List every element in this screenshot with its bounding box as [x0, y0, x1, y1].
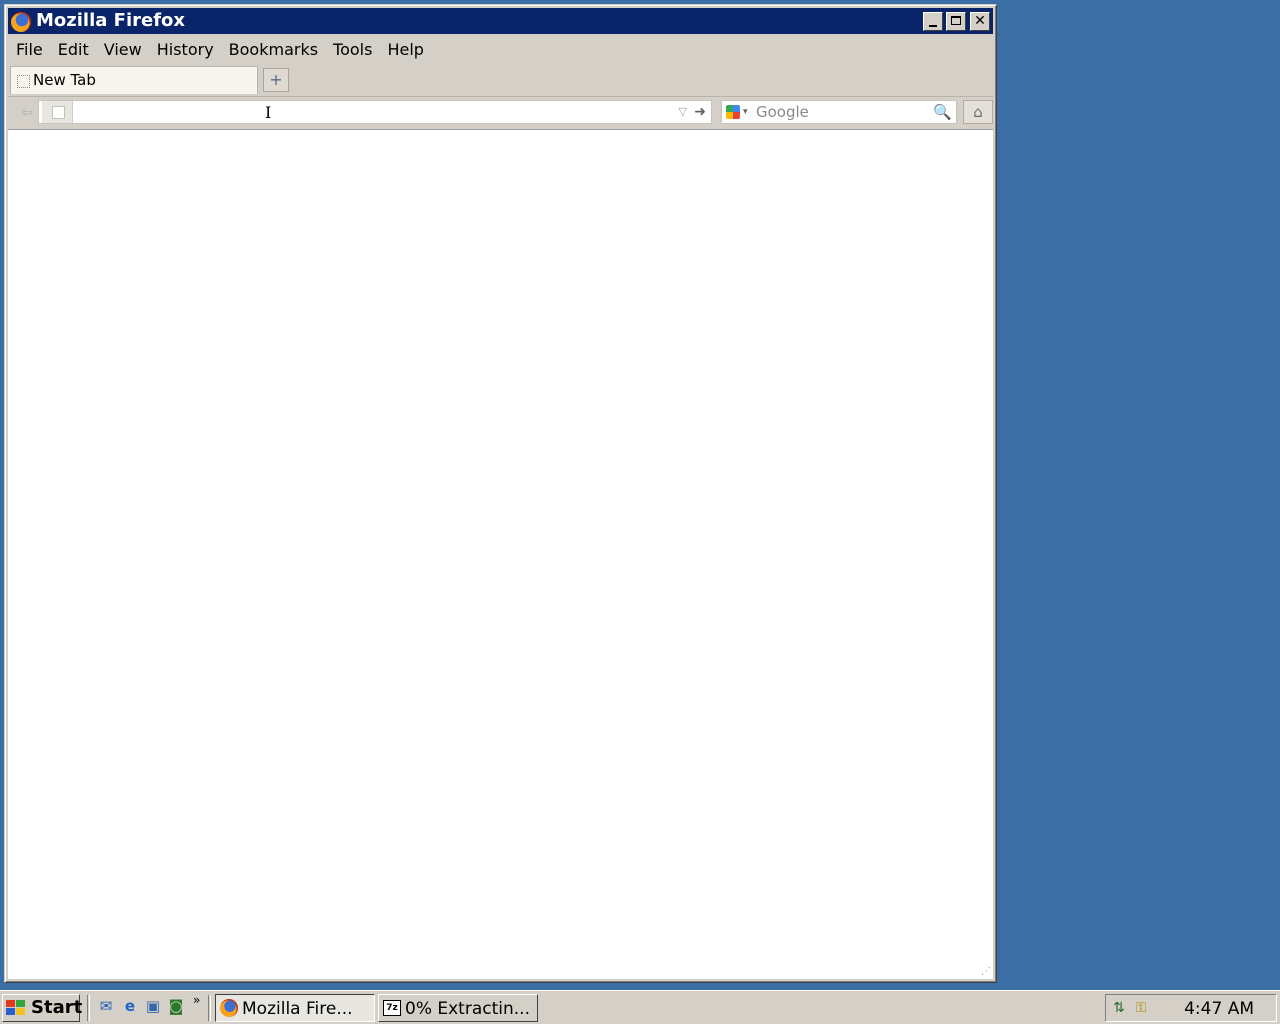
engine-dropdown-icon[interactable]: ▾ [743, 104, 748, 120]
firefox-icon [11, 12, 31, 32]
search-icon[interactable]: 🔍 [933, 102, 952, 122]
maximize-button[interactable] [946, 12, 966, 31]
menu-tools[interactable]: Tools [325, 38, 379, 60]
page-content-area[interactable]: ⋰ [8, 129, 993, 979]
close-button[interactable]: ✕ [970, 12, 990, 31]
system-tray: ⇅ ⚿ 4:47 AM [1105, 994, 1277, 1022]
menu-bar: File Edit View History Bookmarks Tools Help [8, 38, 993, 60]
navigation-toolbar: ⇦ I ▽ ➜ ▾ 🔍 ⌂ [8, 96, 993, 129]
home-button[interactable]: ⌂ [963, 100, 993, 124]
title-bar[interactable]: Mozilla Firefox ✕ [8, 8, 993, 34]
tab-strip: New Tab + [8, 65, 993, 95]
start-label: Start [31, 997, 83, 1018]
blank-page-icon [17, 75, 30, 88]
search-bar[interactable]: ▾ 🔍 [721, 100, 957, 124]
firefox-window: Mozilla Firefox ✕ File Edit View History Boo… [4, 4, 997, 983]
tab-label: New Tab [33, 71, 96, 89]
quick-launch-more-icon[interactable]: » [193, 993, 200, 1007]
minimize-icon [929, 25, 937, 27]
media-icon[interactable]: ◙ [167, 997, 185, 1015]
windows-logo-icon [6, 1000, 26, 1016]
maximize-icon [951, 16, 961, 25]
task-label: 0% Extractin... [405, 999, 530, 1019]
security-icon[interactable]: ⚿ [1132, 999, 1150, 1017]
task-7zip-extract[interactable]: 7z 0% Extractin... [378, 994, 538, 1022]
url-input[interactable] [75, 103, 635, 121]
site-identity-icon[interactable] [42, 101, 73, 123]
task-firefox[interactable]: Mozilla Fire... [215, 994, 375, 1022]
menu-history[interactable]: History [149, 38, 221, 60]
firefox-icon [220, 999, 238, 1017]
minimize-button[interactable] [923, 12, 943, 31]
window-title: Mozilla Firefox [36, 10, 186, 31]
task-label: Mozilla Fire... [242, 999, 353, 1019]
new-tab-button[interactable]: + [263, 68, 289, 92]
clock[interactable]: 4:47 AM [1184, 999, 1254, 1019]
taskbar-separator [87, 995, 90, 1021]
menu-bookmarks[interactable]: Bookmarks [221, 38, 325, 60]
url-bar[interactable]: I ▽ ➜ [38, 100, 712, 124]
outlook-icon[interactable]: ✉ [97, 997, 115, 1015]
taskbar-separator [208, 995, 211, 1021]
text-cursor-icon: I [265, 103, 272, 122]
7zip-icon: 7z [383, 1000, 401, 1016]
menu-edit[interactable]: Edit [50, 38, 96, 60]
network-icon[interactable]: ⇅ [1110, 999, 1128, 1017]
resize-grip-icon[interactable]: ⋰ [981, 967, 991, 977]
desktop-icon[interactable]: ▣ [144, 997, 162, 1015]
tab-new-tab[interactable]: New Tab [10, 66, 258, 94]
start-button[interactable]: Start [2, 994, 83, 1022]
taskbar: Start ✉ e ▣ ◙ » Mozilla Fire... 7z 0% Ex… [0, 990, 1280, 1024]
go-arrow-icon[interactable]: ➜ [694, 102, 706, 122]
menu-file[interactable]: File [8, 38, 50, 60]
internet-explorer-icon[interactable]: e [121, 997, 139, 1015]
google-icon[interactable] [726, 105, 740, 119]
url-history-dropdown-icon[interactable]: ▽ [679, 103, 687, 121]
search-input[interactable] [756, 103, 926, 121]
close-icon: ✕ [974, 13, 986, 29]
menu-help[interactable]: Help [379, 38, 430, 60]
menu-view[interactable]: View [96, 38, 149, 60]
